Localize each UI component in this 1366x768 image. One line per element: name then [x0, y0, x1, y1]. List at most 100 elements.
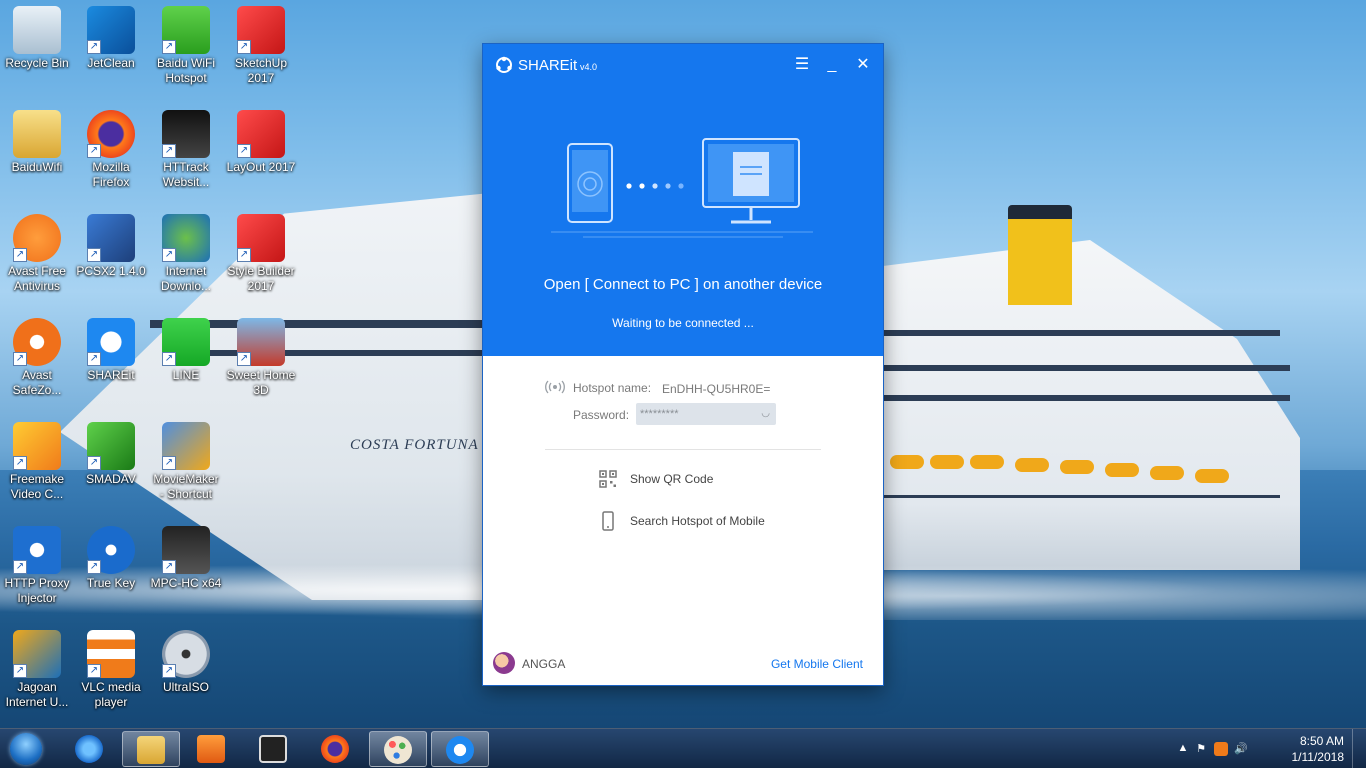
shortcut-arrow-icon: ↗	[13, 664, 27, 678]
sweet-home-icon: ↗	[237, 318, 285, 366]
app-version: v4.0	[580, 62, 598, 72]
desktop-icon[interactable]: ↗ SMADAV	[74, 422, 148, 487]
firefox-icon	[321, 735, 349, 763]
desktop-icon[interactable]: ↗ Sweet Home 3D	[224, 318, 298, 398]
close-button[interactable]: ✕	[852, 54, 874, 76]
shortcut-arrow-icon: ↗	[162, 352, 176, 366]
lifeboat	[1150, 466, 1184, 480]
desktop-icon[interactable]: ↗ LayOut 2017	[224, 110, 298, 175]
desktop-icon[interactable]: ↗ MPC-HC x64	[149, 526, 223, 591]
title-bar[interactable]: SHAREit v4.0 ☰ _ ✕	[483, 44, 883, 86]
desktop-icon-label: SMADAV	[86, 472, 136, 486]
recycle-bin-icon	[13, 6, 61, 54]
desktop-icon[interactable]: ↗ UltraISO	[149, 630, 223, 695]
taskbar-item-firefox[interactable]	[307, 731, 365, 767]
taskbar-item-internet-explorer[interactable]	[61, 731, 119, 767]
menu-icon[interactable]: ☰	[791, 54, 813, 76]
desktop-icon[interactable]: ↗ SHAREit	[74, 318, 148, 383]
volume-icon[interactable]: 🔊	[1234, 742, 1248, 756]
clock-date[interactable]: 1/11/2018	[1274, 750, 1345, 764]
desktop-icon[interactable]: ↗ True Key	[74, 526, 148, 591]
desktop-icon[interactable]: ↗ LINE	[149, 318, 223, 383]
desktop-icon-label: HTTrack Websit...	[162, 160, 210, 189]
eye-icon[interactable]: ◡	[761, 403, 770, 425]
desktop-icon-label: Mozilla Firefox	[92, 160, 130, 189]
show-hidden-icons-icon[interactable]: ▲	[1176, 742, 1190, 756]
jagoan-icon: ↗	[13, 630, 61, 678]
password-field[interactable]: ********* ◡	[636, 403, 776, 425]
idm-icon: ↗	[162, 214, 210, 262]
get-mobile-client-link[interactable]: Get Mobile Client	[771, 657, 863, 671]
avatar[interactable]	[493, 652, 515, 674]
shortcut-arrow-icon: ↗	[13, 456, 27, 470]
moviemaker-icon: ↗	[162, 422, 210, 470]
lifeboat	[1105, 463, 1139, 477]
taskbar-item-file-explorer[interactable]	[122, 731, 180, 767]
desktop-icon[interactable]: ↗ Jagoan Internet U...	[0, 630, 74, 710]
desktop-icon-label: PCSX2 1.4.0	[76, 264, 146, 278]
desktop-icon-label: BaiduWifi	[11, 160, 63, 174]
show-desktop-button[interactable]	[1352, 729, 1366, 768]
desktop-icon-label: MovieMaker - Shortcut	[153, 472, 219, 501]
start-button[interactable]	[4, 730, 48, 768]
shortcut-arrow-icon: ↗	[162, 560, 176, 574]
shareit-icon	[446, 736, 474, 764]
minimize-button[interactable]: _	[821, 54, 843, 76]
desktop-icon-label: MPC-HC x64	[150, 576, 222, 590]
shortcut-arrow-icon: ↗	[13, 352, 27, 366]
instruction-text: Open [ Connect to PC ] on another device	[543, 276, 823, 293]
mobile-phone-icon	[602, 511, 614, 531]
desktop-icon[interactable]: ↗ Avast Free Antivirus	[0, 214, 74, 294]
desktop-icon[interactable]: ↗ Freemake Video C...	[0, 422, 74, 502]
desktop-icon-label: Avast SafeZo...	[12, 368, 62, 397]
lifeboat	[890, 455, 924, 469]
desktop-icon[interactable]: ↗ Style Builder 2017	[224, 214, 298, 294]
ultraiso-icon: ↗	[162, 630, 210, 678]
internet-explorer-icon	[75, 735, 103, 763]
desktop-icon[interactable]: BaiduWifi	[0, 110, 74, 175]
ship-deck-line	[880, 395, 1290, 401]
action-center-flag-icon[interactable]: ⚑	[1194, 742, 1208, 756]
desktop-icon[interactable]: ↗ HTTP Proxy Injector	[0, 526, 74, 606]
desktop-icon-label: SHAREit	[87, 368, 135, 382]
desktop-icon[interactable]: ↗ Internet Downlo...	[149, 214, 223, 294]
shortcut-arrow-icon: ↗	[13, 248, 27, 262]
desktop-icon[interactable]: ↗ Baidu WiFi Hotspot	[149, 6, 223, 86]
desktop-icon-label: Jagoan Internet U...	[5, 680, 69, 709]
desktop-icon[interactable]: ↗ PCSX2 1.4.0	[74, 214, 148, 279]
shortcut-arrow-icon: ↗	[87, 40, 101, 54]
desktop-icon-label: True Key	[86, 576, 136, 590]
desktop-icon[interactable]: ↗ Avast SafeZo...	[0, 318, 74, 398]
avast-icon: ↗	[13, 214, 61, 262]
desktop-icon-label: VLC media player	[81, 680, 141, 709]
desktop-icon[interactable]: ↗ VLC media player	[74, 630, 148, 710]
shortcut-arrow-icon: ↗	[13, 560, 27, 574]
hotspot-icon	[545, 380, 565, 394]
status-text: Waiting to be connected ...	[612, 316, 754, 330]
clock-time[interactable]: 8:50 AM	[1274, 734, 1344, 748]
shareit-icon: ↗	[87, 318, 135, 366]
desktop-icon[interactable]: ↗ Mozilla Firefox	[74, 110, 148, 190]
shortcut-arrow-icon: ↗	[162, 456, 176, 470]
shortcut-arrow-icon: ↗	[162, 40, 176, 54]
desktop-icon-label: UltraISO	[162, 680, 209, 694]
taskbar-item-mpc-hc[interactable]	[245, 731, 303, 767]
shortcut-arrow-icon: ↗	[87, 664, 101, 678]
desktop-icon[interactable]: ↗ SketchUp 2017	[224, 6, 298, 86]
desktop-icon[interactable]: ↗ HTTrack Websit...	[149, 110, 223, 190]
httrack-icon: ↗	[162, 110, 210, 158]
desktop-icon[interactable]: Recycle Bin	[0, 6, 74, 71]
folder-icon	[13, 110, 61, 158]
desktop-icon-label: Baidu WiFi Hotspot	[156, 56, 215, 85]
taskbar-item-shareit[interactable]	[431, 731, 489, 767]
desktop-icon[interactable]: ↗ MovieMaker - Shortcut	[149, 422, 223, 502]
windows-logo-icon	[10, 733, 42, 765]
taskbar-item-paint[interactable]	[369, 731, 427, 767]
user-name: ANGGA	[522, 657, 566, 671]
layout-icon: ↗	[237, 110, 285, 158]
desktop-icon-label: Freemake Video C...	[9, 472, 65, 501]
desktop-icon[interactable]: ↗ JetClean	[74, 6, 148, 71]
taskbar-item-media-player[interactable]	[183, 731, 241, 767]
avast-tray-icon[interactable]	[1214, 742, 1228, 756]
desktop-icon-label: Internet Downlo...	[160, 264, 212, 293]
